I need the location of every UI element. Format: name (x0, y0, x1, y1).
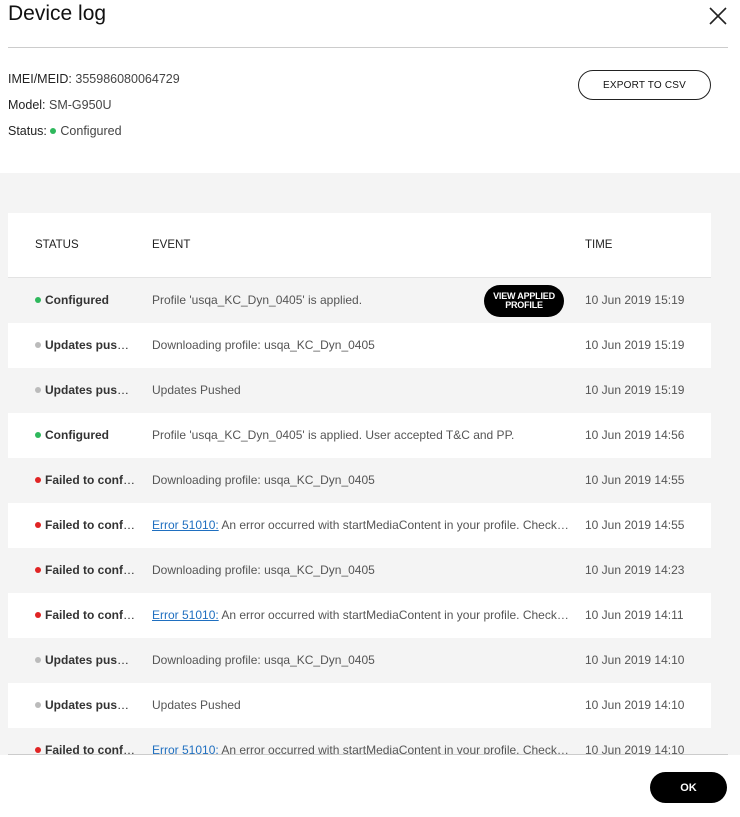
row-status: Updates pushed (35, 337, 135, 353)
status-dot-icon (35, 431, 41, 438)
status-dot-icon (35, 746, 41, 753)
row-time: 10 Jun 2019 14:23 (585, 563, 685, 577)
row-status-text: Failed to configure (45, 518, 135, 532)
row-time: 10 Jun 2019 14:11 (585, 608, 684, 622)
table-row: Failed to configure Downloading profile: … (8, 548, 711, 593)
error-code-link[interactable]: Error 51010: (152, 608, 219, 622)
row-event: Downloading profile: usqa_KC_Dyn_0405 (152, 472, 570, 488)
row-status-text: Updates pushed (45, 698, 135, 712)
row-status-text: Failed to configure (45, 563, 135, 577)
table-row: Updates pushed Downloading profile: usqa_… (8, 638, 711, 683)
model-value: SM-G950U (49, 98, 112, 112)
table-row: Failed to configure Error 51010: An error… (8, 593, 711, 638)
status-dot-icon (35, 341, 41, 348)
column-header-time: TIME (585, 239, 613, 251)
row-event-text: Downloading profile: usqa_KC_Dyn_0405 (152, 653, 375, 667)
row-status: Configured (35, 292, 135, 308)
model-line: Model: SM-G950U (8, 97, 112, 113)
row-time: 10 Jun 2019 15:19 (585, 338, 685, 352)
column-header-status: STATUS (35, 239, 79, 251)
row-status-text: Updates pushed (45, 653, 135, 667)
table-row: Updates pushed Updates Pushed 10 Jun 2019 … (8, 683, 711, 728)
header-divider (8, 47, 728, 48)
log-panel: STATUS EVENT TIME Configured Profile 'usq… (0, 173, 740, 755)
row-time: 10 Jun 2019 14:55 (585, 518, 685, 532)
row-status-text: Failed to configure (45, 608, 135, 622)
row-status: Failed to configure (35, 607, 135, 623)
row-status: Failed to configure (35, 517, 135, 533)
table-body: Configured Profile 'usqa_KC_Dyn_0405' is … (8, 278, 711, 755)
row-event: Updates Pushed (152, 697, 570, 713)
status-value: Configured (60, 124, 122, 138)
row-event-text: Downloading profile: usqa_KC_Dyn_0405 (152, 473, 375, 487)
row-time: 10 Jun 2019 14:56 (585, 428, 685, 442)
row-status: Updates pushed (35, 697, 135, 713)
row-status: Failed to configure (35, 472, 135, 488)
imei-label: IMEI/MEID: (8, 72, 72, 86)
table-row: Failed to configure Downloading profile: … (8, 458, 711, 503)
row-event-text: Profile 'usqa_KC_Dyn_0405' is applied. (152, 293, 363, 307)
row-time: 10 Jun 2019 14:55 (585, 473, 685, 487)
table-row: Configured Profile 'usqa_KC_Dyn_0405' is … (8, 278, 711, 323)
row-event: Error 51010: An error occurred with star… (152, 517, 570, 533)
row-status-text: Configured (45, 428, 109, 442)
row-event-text: Updates Pushed (152, 383, 241, 397)
row-event: Error 51010: An error occurred with star… (152, 607, 570, 623)
row-event-text: Downloading profile: usqa_KC_Dyn_0405 (152, 563, 375, 577)
row-event-text: Profile 'usqa_KC_Dyn_0405' is applied. U… (152, 428, 515, 442)
table-header: STATUS EVENT TIME (8, 213, 711, 278)
row-event-text: An error occurred with startMediaContent… (221, 608, 570, 622)
status-dot-icon (35, 386, 41, 393)
row-event-text: An error occurred with startMediaContent… (221, 518, 570, 532)
status-dot-icon (35, 566, 41, 573)
dialog-title: Device log (8, 2, 107, 25)
row-status-text: Updates pushed (45, 383, 135, 397)
view-applied-profile-button[interactable]: VIEW APPLIED PROFILE (484, 285, 564, 317)
row-time: 10 Jun 2019 14:10 (585, 698, 685, 712)
row-status: Updates pushed (35, 652, 135, 668)
row-time: 10 Jun 2019 14:10 (585, 653, 685, 667)
row-time: 10 Jun 2019 15:19 (585, 383, 685, 397)
imei-value: 355986080064729 (75, 72, 180, 86)
table-row: Configured Profile 'usqa_KC_Dyn_0405' is … (8, 413, 711, 458)
status-dot-icon (50, 127, 57, 134)
row-status-text: Configured (45, 293, 109, 307)
error-code-link[interactable]: Error 51010: (152, 518, 219, 532)
status-dot-icon (35, 521, 41, 528)
row-status: Updates pushed (35, 382, 135, 398)
table-row: Updates pushed Downloading profile: usqa_… (8, 323, 711, 368)
close-icon (709, 7, 727, 25)
row-status-text: Failed to configure (45, 473, 135, 487)
row-status-text: Updates pushed (45, 338, 135, 352)
status-dot-icon (35, 296, 41, 303)
row-event-text: Downloading profile: usqa_KC_Dyn_0405 (152, 338, 375, 352)
status-dot-icon (35, 656, 41, 663)
footer-divider (8, 754, 728, 755)
row-event-text: Updates Pushed (152, 698, 241, 712)
row-status: Configured (35, 427, 135, 443)
row-time: 10 Jun 2019 15:19 (585, 293, 685, 307)
column-header-event: EVENT (152, 239, 191, 251)
status-dot-icon (35, 476, 41, 483)
device-log-table: STATUS EVENT TIME Configured Profile 'usq… (8, 213, 711, 755)
table-row: Updates pushed Updates Pushed 10 Jun 2019 … (8, 368, 711, 413)
imei-line: IMEI/MEID: 355986080064729 (8, 71, 180, 87)
table-row: Failed to configureError 51010: An error… (8, 728, 711, 755)
status-label: Status: (8, 124, 47, 138)
status-dot-icon (35, 611, 41, 618)
row-status: Failed to configure (35, 562, 135, 578)
status-line: Status: Configured (8, 123, 122, 139)
row-event: Profile 'usqa_KC_Dyn_0405' is applied. U… (152, 427, 570, 443)
table-row: Failed to configure Error 51010: An error… (8, 503, 711, 548)
close-button[interactable] (705, 3, 731, 29)
export-csv-button[interactable]: EXPORT TO CSV (578, 70, 711, 100)
view-applied-profile-label: VIEW APPLIED PROFILE (493, 291, 555, 310)
row-event: Updates Pushed (152, 382, 570, 398)
row-event: Downloading profile: usqa_KC_Dyn_0405 (152, 562, 570, 578)
row-event: Downloading profile: usqa_KC_Dyn_0405 (152, 652, 570, 668)
status-dot-icon (35, 701, 41, 708)
model-label: Model: (8, 98, 46, 112)
row-event: Downloading profile: usqa_KC_Dyn_0405 (152, 337, 570, 353)
ok-button[interactable]: OK (650, 772, 727, 803)
